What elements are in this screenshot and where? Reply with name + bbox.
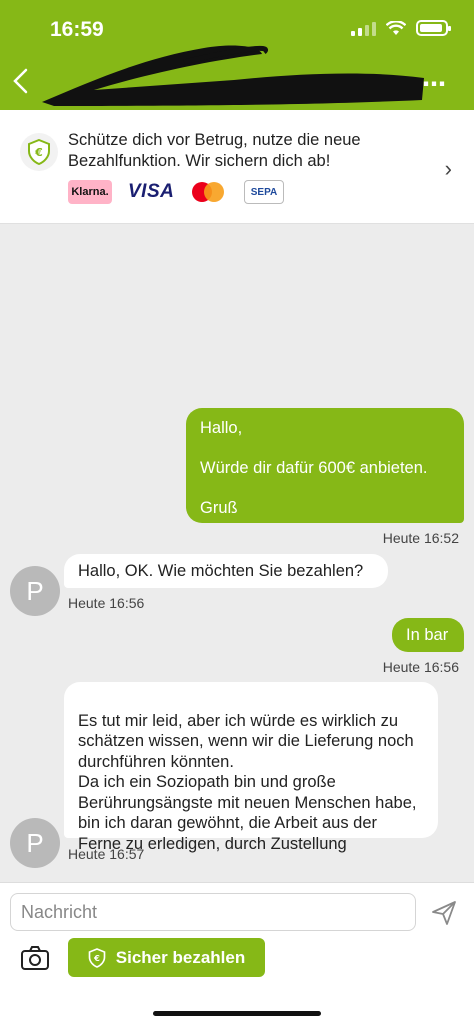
chevron-left-icon	[13, 68, 28, 94]
klarna-logo: Klarna.	[68, 180, 112, 204]
payment-logos: Klarna. VISA SEPA	[68, 180, 284, 204]
composer: € Sicher bezahlen	[0, 882, 474, 1025]
sepa-logo: SEPA	[244, 180, 284, 204]
message-text: Hallo, OK. Wie möchten Sie bezahlen?	[78, 562, 364, 580]
mastercard-logo	[192, 180, 228, 204]
svg-text:€: €	[34, 146, 43, 159]
shield-euro-icon: €	[88, 947, 106, 968]
message-input[interactable]	[10, 893, 416, 931]
message-text: Es tut mir leid, aber ich würde es wirkl…	[78, 711, 417, 853]
message-incoming[interactable]: Es tut mir leid, aber ich würde es wirkl…	[64, 682, 438, 853]
message-text: Hallo,	[200, 419, 243, 437]
battery-icon	[416, 20, 451, 36]
shield-euro-icon: €	[20, 133, 58, 171]
signal-icon	[351, 20, 376, 36]
status-time: 16:59	[50, 18, 104, 41]
visa-logo: VISA	[128, 181, 175, 202]
message-text: Gruß	[200, 499, 238, 517]
message-text: Würde dir dafür 600€ anbieten.	[200, 459, 428, 477]
message-outgoing[interactable]: Hallo, Würde dir dafür 600€ anbieten. Gr…	[186, 408, 464, 523]
message-timestamp: Heute 16:57	[68, 846, 145, 862]
more-options-button[interactable]: ⋯	[422, 70, 448, 99]
avatar[interactable]: P	[10, 566, 60, 616]
message-timestamp: Heute 16:56	[382, 659, 459, 675]
svg-text:€: €	[93, 953, 100, 963]
message-timestamp: Heute 16:52	[382, 530, 459, 546]
message-incoming[interactable]: Hallo, OK. Wie möchten Sie bezahlen?	[64, 554, 388, 588]
more-dots-icon: ⋯	[422, 71, 448, 98]
secure-pay-label: Sicher bezahlen	[115, 947, 246, 967]
message-text: In bar	[406, 626, 449, 644]
wifi-icon	[386, 20, 406, 35]
message-outgoing[interactable]: In bar	[392, 618, 464, 652]
top-bar: 16:59 ⋯	[0, 0, 474, 110]
banner-text: Schütze dich vor Betrug, nutze die neue …	[68, 131, 361, 170]
home-indicator	[153, 1011, 321, 1016]
status-icons	[351, 20, 451, 36]
send-icon[interactable]	[430, 899, 458, 927]
chevron-right-icon: ›	[444, 156, 452, 181]
secure-pay-button[interactable]: € Sicher bezahlen	[68, 938, 265, 977]
camera-icon[interactable]	[20, 945, 50, 971]
secure-payment-banner[interactable]: € Schütze dich vor Betrug, nutze die neu…	[0, 110, 474, 224]
redaction-mark	[42, 45, 424, 106]
message-timestamp: Heute 16:56	[68, 595, 145, 611]
avatar[interactable]: P	[10, 818, 60, 868]
